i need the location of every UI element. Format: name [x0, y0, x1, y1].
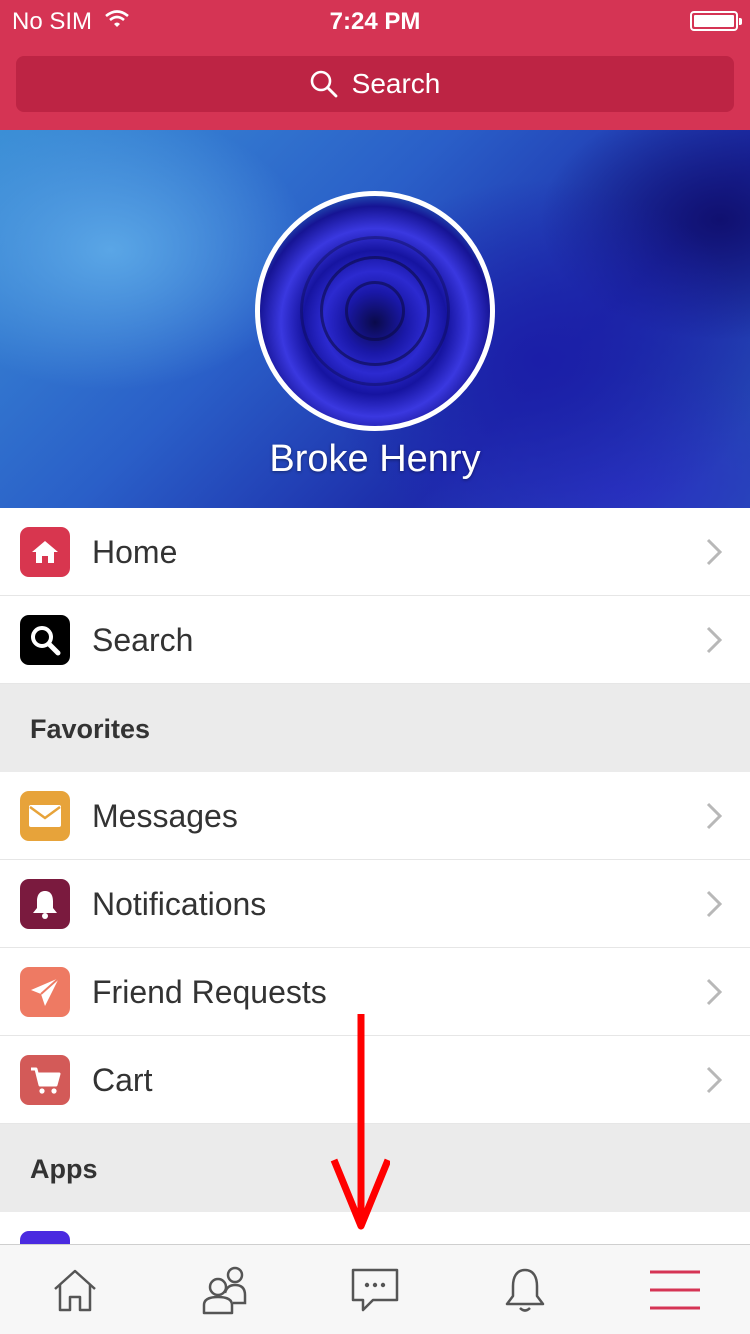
chevron-right-icon: [706, 802, 722, 830]
chevron-right-icon: [706, 538, 722, 566]
avatar[interactable]: [255, 191, 495, 431]
friends-icon: [202, 1266, 247, 1314]
chevron-right-icon: [706, 1066, 722, 1094]
chevron-right-icon: [706, 890, 722, 918]
menu-item-messages[interactable]: Messages: [0, 772, 750, 860]
tab-chat[interactable]: [300, 1245, 450, 1334]
search-icon: [310, 70, 338, 98]
menu-item-label: Search: [92, 622, 194, 658]
section-title: Favorites: [30, 714, 151, 744]
section-header-apps: Apps: [0, 1124, 750, 1212]
status-bar: No SIM 7:24 PM: [0, 0, 750, 40]
cart-icon: [20, 1055, 70, 1105]
search-bar[interactable]: Search: [16, 56, 734, 112]
menu-item-friend-requests[interactable]: Friend Requests: [0, 948, 750, 1036]
tab-bar: [0, 1244, 750, 1334]
chevron-right-icon: [706, 978, 722, 1006]
home-icon: [54, 1269, 96, 1311]
tab-friends[interactable]: [150, 1245, 300, 1334]
menu-item-label: Cart: [92, 1062, 153, 1098]
tab-menu[interactable]: [600, 1245, 750, 1334]
home-icon: [20, 527, 70, 577]
envelope-icon: [20, 791, 70, 841]
bell-icon: [505, 1268, 545, 1312]
bell-icon: [20, 879, 70, 929]
menu-item-label: Messages: [92, 798, 238, 834]
battery-icon: [690, 11, 742, 31]
paper-plane-icon: [20, 967, 70, 1017]
menu-list: Home Search Favorites Messages Notificat…: [0, 508, 750, 1300]
section-title: Apps: [30, 1154, 98, 1184]
profile-name: Broke Henry: [269, 438, 481, 480]
menu-item-label: Home: [92, 534, 178, 570]
chat-icon: [351, 1268, 399, 1311]
top-bar: No SIM 7:24 PM Search: [0, 0, 750, 130]
chevron-right-icon: [706, 626, 722, 654]
menu-item-label: Notifications: [92, 886, 267, 922]
menu-icon: [650, 1270, 700, 1309]
menu-item-home[interactable]: Home: [0, 508, 750, 596]
menu-item-search[interactable]: Search: [0, 596, 750, 684]
menu-item-label: Friend Requests: [92, 974, 327, 1010]
tab-home[interactable]: [0, 1245, 150, 1334]
tab-notifications[interactable]: [450, 1245, 600, 1334]
section-header-favorites: Favorites: [0, 684, 750, 772]
magnifier-icon: [20, 615, 70, 665]
search-bar-label: Search: [351, 68, 441, 99]
menu-item-notifications[interactable]: Notifications: [0, 860, 750, 948]
clock: 7:24 PM: [329, 8, 421, 35]
menu-item-cart[interactable]: Cart: [0, 1036, 750, 1124]
profile-cover: Broke Henry: [0, 130, 750, 508]
